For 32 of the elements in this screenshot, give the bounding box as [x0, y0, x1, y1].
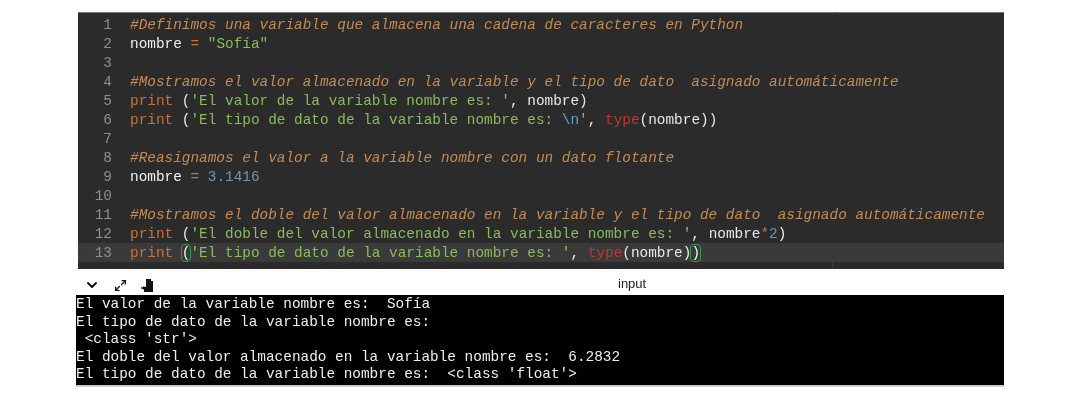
code-editor[interactable] — [78, 12, 1004, 269]
clear-icon[interactable] — [140, 277, 156, 293]
line-number: 2 — [102, 35, 112, 52]
output-line: El doble del valor almacenado en la variable nombre es: 6.2832 — [76, 348, 622, 366]
line-number: 11 — [93, 206, 112, 223]
line-number: 9 — [102, 168, 112, 185]
console-title: input — [618, 276, 647, 291]
line-number: 10 — [93, 187, 112, 204]
line-number: 8 — [102, 149, 112, 166]
line-number: 6 — [102, 111, 112, 128]
output-line: El tipo de dato de la variable nombre es: <class 'float'> — [76, 366, 578, 384]
code-line: print ('El tipo de dato de la variable nombre es: ', type(nombre)) — [130, 244, 700, 261]
line-number: 1 — [102, 16, 112, 33]
code-line: #Mostramos el valor almacenado en la variable y el tipo de dato asignado automáticamente — [130, 73, 899, 90]
output-line: El valor de la variable nombre es: Sofía — [76, 296, 432, 314]
line-number: 7 — [102, 130, 112, 147]
expand-icon[interactable] — [112, 277, 128, 293]
output-line: <class 'str'> — [83, 331, 198, 349]
line-number: 12 — [93, 225, 112, 242]
code-line: #Reasignamos el valor a la variable nombre con un dato flotante — [130, 149, 675, 166]
code-line: #Mostramos el doble del valor almacenado en la variable y el tipo de dato asignado automáticamente — [130, 206, 985, 223]
line-number: 3 — [102, 54, 112, 71]
line-number: 13 — [93, 244, 112, 261]
code-line: print ('El doble del valor almacenado en la variable nombre es: ', nombre*2) — [130, 225, 787, 242]
code-line: print ('El valor de la variable nombre es: ', nombre) — [130, 92, 588, 109]
code-line: nombre = 3.1416 — [130, 168, 260, 185]
line-number: 4 — [102, 73, 112, 90]
code-line: nombre = "Sofía" — [130, 35, 269, 52]
code-line: #Definimos una variable que almacena una cadena de caracteres en Python — [130, 16, 744, 33]
line-number: 5 — [102, 92, 112, 109]
code-line: print ('El tipo de dato de la variable nombre es: \n', type(nombre)) — [130, 111, 718, 128]
output-line: El tipo de dato de la variable nombre es: — [76, 313, 432, 331]
